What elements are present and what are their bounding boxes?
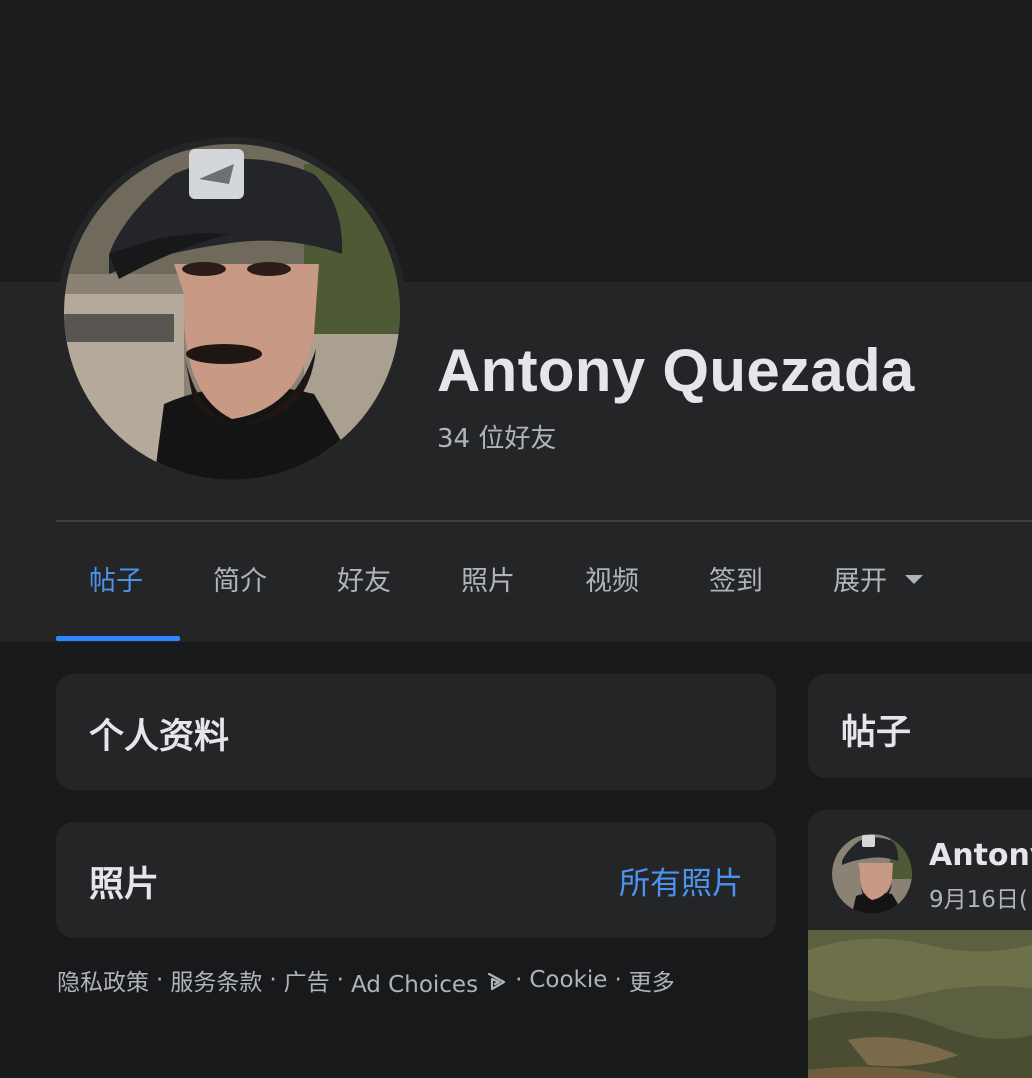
tab-friends[interactable]: 好友 — [337, 530, 391, 642]
tab-photos-label: 照片 — [461, 566, 515, 597]
footer-separator: · — [269, 967, 277, 993]
post-image[interactable] — [808, 930, 1032, 1078]
ads-link[interactable]: 广告 — [284, 963, 330, 997]
terms-link[interactable]: 服务条款 — [170, 963, 262, 997]
caret-down-icon — [905, 575, 923, 584]
footer-separator: · — [515, 967, 523, 993]
post-timestamp[interactable]: 9月16日( — [929, 880, 1028, 914]
cookie-link[interactable]: Cookie — [529, 967, 607, 993]
profile-name: Antony Quezada — [437, 337, 915, 404]
tab-posts[interactable]: 帖子 — [89, 530, 143, 642]
all-photos-link[interactable]: 所有照片 — [619, 858, 743, 903]
footer-separator: · — [336, 967, 344, 993]
tab-videos[interactable]: 视频 — [585, 530, 639, 642]
photos-card: 照片 所有照片 — [56, 822, 776, 938]
tab-videos-label: 视频 — [585, 566, 639, 597]
ad-choices-link[interactable]: Ad Choices — [351, 962, 508, 998]
post-author-name[interactable]: Antony — [929, 838, 1032, 873]
footer-links: 隐私政策 · 服务条款 · 广告 · Ad Choices · Cookie ·… — [57, 962, 675, 998]
intro-card-title: 个人资料 — [89, 717, 230, 757]
footer-separator: · — [614, 967, 622, 993]
friend-count[interactable]: 34 位好友 — [437, 418, 556, 455]
post-item: Antony 9月16日( — [808, 810, 1032, 1078]
header-divider — [56, 520, 1032, 522]
tab-photos[interactable]: 照片 — [461, 530, 515, 642]
active-tab-indicator — [56, 636, 180, 641]
tab-about-label: 简介 — [213, 566, 267, 597]
more-link[interactable]: 更多 — [629, 963, 675, 997]
profile-avatar-image — [64, 144, 400, 480]
post-author-avatar[interactable] — [832, 834, 912, 914]
tab-more[interactable]: 展开 — [833, 530, 923, 642]
photos-card-title: 照片 — [89, 865, 160, 905]
tab-check-ins-label: 签到 — [709, 566, 763, 597]
intro-card: 个人资料 — [56, 674, 776, 790]
tab-posts-label: 帖子 — [89, 566, 143, 597]
profile-picture[interactable] — [57, 137, 407, 487]
posts-card: 帖子 — [808, 674, 1032, 778]
privacy-link[interactable]: 隐私政策 — [57, 963, 149, 997]
footer-separator: · — [156, 967, 164, 993]
ad-choices-label: Ad Choices — [350, 972, 479, 998]
ad-choices-icon — [486, 970, 508, 998]
posts-card-title: 帖子 — [841, 713, 912, 753]
tab-about[interactable]: 简介 — [213, 530, 267, 642]
tab-more-label: 展开 — [833, 566, 887, 597]
profile-page: Antony Quezada 34 位好友 帖子 简介 好友 照片 视频 签到 … — [0, 0, 1032, 1078]
tab-check-ins[interactable]: 签到 — [709, 530, 763, 642]
tab-friends-label: 好友 — [337, 566, 391, 597]
